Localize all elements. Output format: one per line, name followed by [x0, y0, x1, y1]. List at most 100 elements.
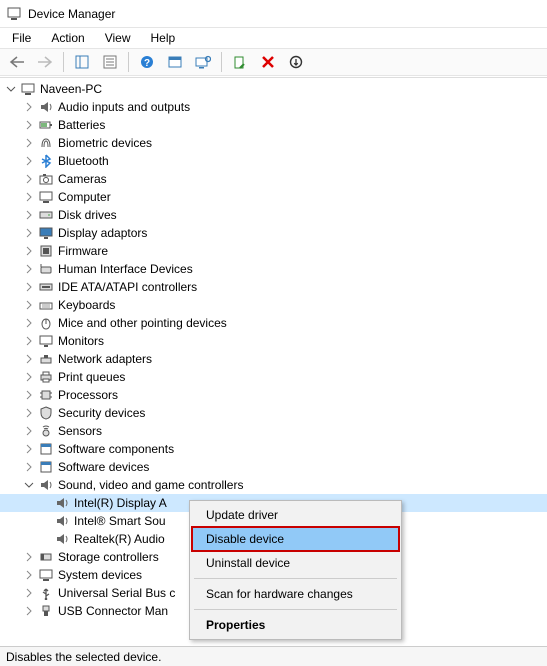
computer-icon [38, 189, 54, 205]
category-label: Display adaptors [58, 226, 147, 240]
fingerprint-icon [38, 135, 54, 151]
ctx-disable-device[interactable]: Disable device [192, 527, 399, 551]
category-label: Human Interface Devices [58, 262, 193, 276]
tree-category[interactable]: Human Interface Devices [0, 260, 547, 278]
tree-category[interactable]: Sensors [0, 422, 547, 440]
category-label: Processors [58, 388, 118, 402]
display-icon [38, 225, 54, 241]
menu-action[interactable]: Action [43, 29, 92, 47]
category-sound[interactable]: Sound, video and game controllers [0, 476, 547, 494]
tree-category[interactable]: Print queues [0, 368, 547, 386]
bluetooth-icon [38, 153, 54, 169]
expand-icon[interactable] [22, 424, 36, 438]
tree-category[interactable]: Processors [0, 386, 547, 404]
enable-device-button[interactable] [228, 51, 252, 73]
expand-icon[interactable] [22, 334, 36, 348]
collapse-icon[interactable] [4, 82, 18, 96]
tree-category[interactable]: Audio inputs and outputs [0, 98, 547, 116]
menu-view[interactable]: View [97, 29, 139, 47]
tree-category[interactable]: Cameras [0, 170, 547, 188]
category-label: Firmware [58, 244, 108, 258]
tree-category[interactable]: Computer [0, 188, 547, 206]
expand-icon[interactable] [22, 154, 36, 168]
mouse-icon [38, 315, 54, 331]
expand-icon[interactable] [22, 442, 36, 456]
tree-category[interactable]: Batteries [0, 116, 547, 134]
expand-icon[interactable] [22, 298, 36, 312]
audio-icon [38, 99, 54, 115]
printer-icon [38, 369, 54, 385]
back-button[interactable] [5, 51, 29, 73]
tree-category[interactable]: Disk drives [0, 206, 547, 224]
tree-category[interactable]: Bluetooth [0, 152, 547, 170]
uninstall-device-button[interactable] [284, 51, 308, 73]
ctx-scan-hardware[interactable]: Scan for hardware changes [192, 582, 399, 606]
category-label: Cameras [58, 172, 107, 186]
tree-category[interactable]: IDE ATA/ATAPI controllers [0, 278, 547, 296]
scan-hardware-button[interactable] [191, 51, 215, 73]
expand-icon[interactable] [22, 118, 36, 132]
properties-button[interactable] [98, 51, 122, 73]
tree-category[interactable]: Software components [0, 440, 547, 458]
context-menu: Update driver Disable device Uninstall d… [189, 500, 402, 640]
category-label: Biometric devices [58, 136, 152, 150]
firmware-icon [38, 243, 54, 259]
expand-icon[interactable] [22, 190, 36, 204]
usbconn-icon [38, 603, 54, 619]
help-button[interactable]: ? [135, 51, 159, 73]
expand-icon[interactable] [22, 586, 36, 600]
expand-icon[interactable] [22, 550, 36, 564]
expand-icon[interactable] [22, 370, 36, 384]
category-label: Audio inputs and outputs [58, 100, 190, 114]
disable-device-button[interactable] [256, 51, 280, 73]
tree-category[interactable]: Network adapters [0, 350, 547, 368]
tree-category[interactable]: Monitors [0, 332, 547, 350]
category-label: Print queues [58, 370, 125, 384]
expand-icon[interactable] [22, 406, 36, 420]
menu-help[interactable]: Help [143, 29, 184, 47]
expand-icon[interactable] [22, 172, 36, 186]
ctx-update-driver[interactable]: Update driver [192, 503, 399, 527]
security-icon [38, 405, 54, 421]
tree-category[interactable]: Software devices [0, 458, 547, 476]
usb-icon [38, 585, 54, 601]
tree-category[interactable]: Biometric devices [0, 134, 547, 152]
expand-icon[interactable] [22, 568, 36, 582]
expand-icon[interactable] [22, 136, 36, 150]
ctx-properties[interactable]: Properties [192, 613, 399, 637]
tree-root[interactable]: Naveen-PC [0, 80, 547, 98]
menu-file[interactable]: File [4, 29, 39, 47]
tree-category[interactable]: Security devices [0, 404, 547, 422]
show-hide-tree-button[interactable] [70, 51, 94, 73]
expand-icon[interactable] [22, 100, 36, 114]
expand-icon[interactable] [22, 244, 36, 258]
toolbar: ? [0, 48, 547, 76]
forward-button[interactable] [33, 51, 57, 73]
ctx-uninstall-device[interactable]: Uninstall device [192, 551, 399, 575]
category-label: Software devices [58, 460, 149, 474]
computer-icon [20, 81, 36, 97]
tree-category[interactable]: Mice and other pointing devices [0, 314, 547, 332]
expand-icon[interactable] [22, 316, 36, 330]
category-label: Monitors [58, 334, 104, 348]
expand-icon[interactable] [22, 226, 36, 240]
category-label: Computer [58, 190, 111, 204]
expand-icon[interactable] [22, 262, 36, 276]
audio-icon [54, 513, 70, 529]
tree-category[interactable]: Firmware [0, 242, 547, 260]
svg-text:?: ? [144, 58, 150, 69]
category-label: Mice and other pointing devices [58, 316, 227, 330]
software-icon [38, 459, 54, 475]
expand-icon[interactable] [22, 388, 36, 402]
action-view-button[interactable] [163, 51, 187, 73]
expand-icon[interactable] [22, 604, 36, 618]
expand-icon[interactable] [22, 352, 36, 366]
ide-icon [38, 279, 54, 295]
collapse-icon[interactable] [22, 478, 36, 492]
tree-category[interactable]: Keyboards [0, 296, 547, 314]
expand-icon[interactable] [22, 208, 36, 222]
keyboard-icon [38, 297, 54, 313]
tree-category[interactable]: Display adaptors [0, 224, 547, 242]
expand-icon[interactable] [22, 460, 36, 474]
expand-icon[interactable] [22, 280, 36, 294]
